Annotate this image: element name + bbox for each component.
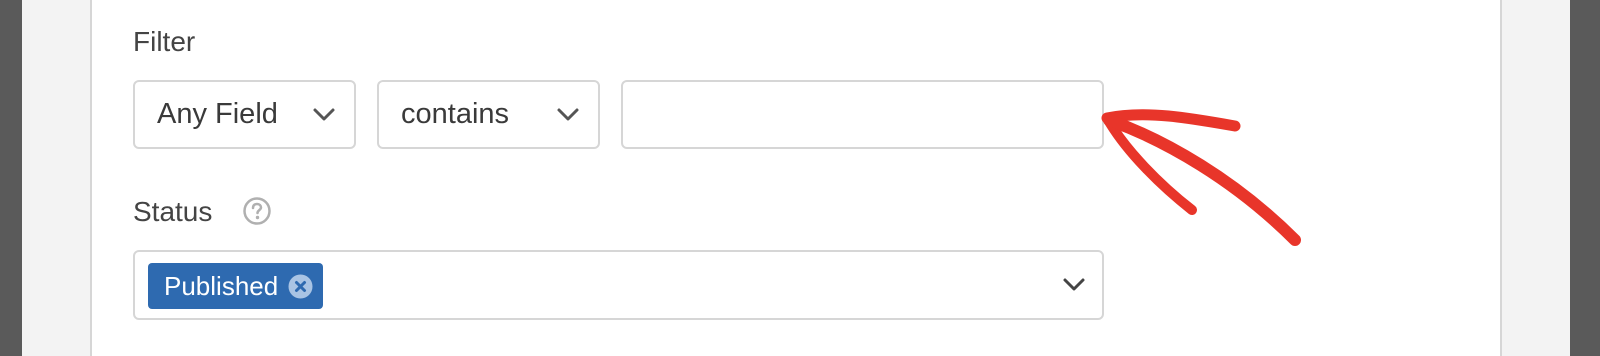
chevron-down-icon xyxy=(1063,278,1085,291)
filter-label: Filter xyxy=(133,26,196,57)
status-multiselect[interactable]: Published xyxy=(133,250,1104,320)
chevron-down-icon xyxy=(313,108,335,120)
question-circle-icon[interactable] xyxy=(242,196,272,226)
filter-field-select[interactable]: Any Field xyxy=(133,80,356,149)
filter-field-select-value: Any Field xyxy=(157,98,278,130)
left-frame-edge xyxy=(0,0,22,356)
annotation-arrow-icon xyxy=(1101,109,1301,246)
filter-value-input[interactable] xyxy=(621,80,1104,149)
status-tag-label: Published xyxy=(164,270,279,301)
status-tag-published: Published xyxy=(148,263,324,309)
chevron-down-icon xyxy=(557,108,579,120)
filter-operator-select[interactable]: contains xyxy=(377,80,600,149)
remove-tag-icon[interactable] xyxy=(288,274,313,299)
status-label: Status xyxy=(133,196,213,227)
right-frame-edge xyxy=(1570,0,1600,356)
filter-operator-select-value: contains xyxy=(401,98,510,130)
